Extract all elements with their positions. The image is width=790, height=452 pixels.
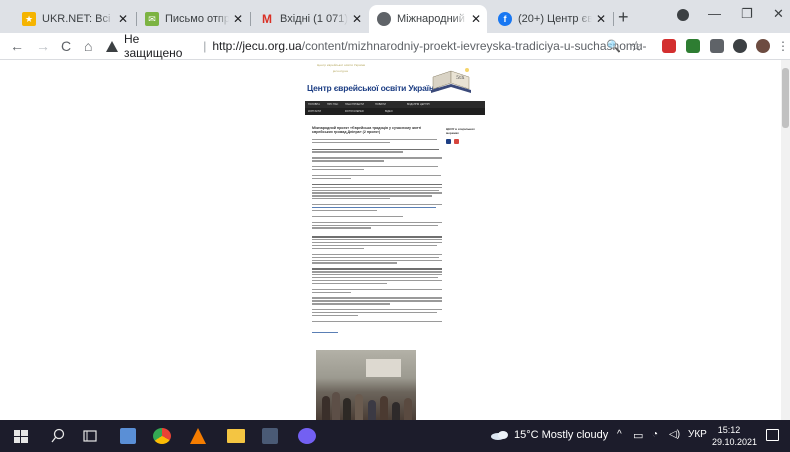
- home-button[interactable]: ⌂: [84, 37, 92, 55]
- bookmark-star-icon[interactable]: ☆: [630, 37, 643, 55]
- viber-icon[interactable]: [298, 428, 316, 444]
- photos-app-icon[interactable]: [120, 428, 136, 444]
- article-body: [312, 138, 442, 333]
- chrome-icon[interactable]: [153, 428, 171, 444]
- language-indicator[interactable]: УКР: [688, 429, 707, 440]
- site-nav-item[interactable]: НОВИНИ: [375, 103, 386, 106]
- mail-sent-icon: ✉: [145, 12, 159, 26]
- tab-active-project[interactable]: Міжнародний про ✕: [369, 5, 487, 33]
- facebook-icon: f: [498, 12, 512, 26]
- tab-strip: ★ UKR.NET: Всі нови ✕ ✉ Письмо отправлен…: [0, 0, 790, 33]
- tab-mail-sent[interactable]: ✉ Письмо отправлен ✕: [137, 5, 249, 33]
- battery-icon[interactable]: ▭: [633, 429, 643, 442]
- windows-start-icon[interactable]: [14, 428, 28, 444]
- profile-icon[interactable]: [677, 9, 689, 21]
- tab-gmail[interactable]: M Вхідні (1 071) - nat ✕: [252, 5, 368, 33]
- facebook-icon[interactable]: [446, 139, 451, 144]
- puzzle-extensions-icon[interactable]: [733, 39, 747, 53]
- article-photo[interactable]: [316, 350, 416, 420]
- vlc-icon[interactable]: [190, 428, 206, 444]
- weather-widget[interactable]: 15°C Mostly cloudy: [514, 429, 608, 441]
- clock-date: 29.10.2021: [712, 437, 758, 447]
- sheets-extension-icon[interactable]: [686, 39, 700, 53]
- address-bar[interactable]: Не защищено | http://jecu.org.ua/content…: [106, 32, 646, 60]
- article-title: Міжнародний проект «Єврейська традиція у…: [312, 126, 422, 135]
- close-icon[interactable]: ✕: [596, 12, 606, 26]
- volume-icon[interactable]: ◁): [669, 429, 680, 440]
- windows-taskbar: 15°C Mostly cloudy ^ ▭ ◔ ◁) УКР 15:12 29…: [0, 420, 790, 452]
- warning-icon: [106, 40, 118, 52]
- app-icon[interactable]: [262, 428, 278, 444]
- website: Центр єврейської освіти України jecu.org…: [305, 60, 485, 420]
- site-nav-item[interactable]: КОНТАКТИ: [308, 110, 321, 113]
- address-divider: |: [203, 39, 207, 53]
- sidebar-social-title: ЦЕОУ в соціальних мережах: [446, 127, 475, 135]
- scrollbar-thumb[interactable]: [782, 68, 789, 128]
- site-nav-item[interactable]: ПРО НАС: [327, 103, 338, 106]
- site-tagline: Центр єврейської освіти України: [317, 63, 366, 67]
- site-domain: jecu.org.ua: [333, 69, 348, 73]
- back-button[interactable]: ←: [10, 37, 24, 55]
- page-scrollbar[interactable]: [781, 60, 790, 420]
- url-text: http://jecu.org.ua/content/mizhnarodniy-…: [212, 39, 646, 53]
- search-icon[interactable]: [50, 428, 66, 444]
- projection-screen: [366, 359, 401, 377]
- browser-toolbar: ← → C ⌂ Не защищено | http://jecu.org.ua…: [0, 32, 790, 60]
- site-nav-item[interactable]: ГОЛОВНА: [308, 103, 320, 106]
- security-label: Не защищено: [124, 32, 183, 60]
- globe-icon: [377, 12, 391, 26]
- system-clock[interactable]: 15:12 29.10.2021: [712, 424, 758, 448]
- task-view-icon[interactable]: [82, 428, 98, 444]
- ukrnet-icon: ★: [22, 12, 36, 26]
- screen: ★ UKR.NET: Всі нови ✕ ✉ Письмо отправлен…: [0, 0, 790, 452]
- book-logo-icon: 5th: [431, 68, 471, 93]
- close-window-button[interactable]: ✕: [773, 6, 784, 22]
- article: Міжнародний проект «Єврейська традиція у…: [312, 126, 442, 335]
- site-nav-item[interactable]: НАШІ ПРОЕКТИ: [345, 103, 364, 106]
- close-icon[interactable]: ✕: [233, 12, 243, 26]
- site-nav-item[interactable]: ВІДЕО: [385, 110, 393, 113]
- close-icon[interactable]: ✕: [118, 12, 128, 26]
- file-explorer-icon[interactable]: [227, 429, 245, 443]
- page-viewport: Центр єврейської освіти України jecu.org…: [0, 60, 781, 420]
- site-navigation-row2: КОНТАКТИ ФОТОГАЛЕРЕЯ ВІДЕО: [305, 108, 485, 115]
- clock-time: 15:12: [717, 425, 741, 435]
- minimize-button[interactable]: —: [708, 6, 721, 21]
- close-icon[interactable]: ✕: [352, 12, 362, 26]
- tab-ukrnet[interactable]: ★ UKR.NET: Всі нови ✕: [14, 5, 134, 33]
- close-icon[interactable]: ✕: [471, 12, 481, 26]
- avatar[interactable]: [756, 39, 770, 53]
- gmail-icon: M: [262, 12, 272, 26]
- site-header: Центр єврейської освіти України jecu.org…: [305, 60, 485, 100]
- cloud-icon[interactable]: [490, 430, 510, 440]
- notification-icon[interactable]: [766, 429, 779, 441]
- site-nav-item[interactable]: ФОТОГАЛЕРЕЯ: [345, 110, 364, 113]
- new-tab-button[interactable]: +: [618, 8, 629, 26]
- svg-text:5th: 5th: [456, 75, 465, 81]
- site-nav-item[interactable]: ВИДАННЯ ЦЕНТРУ: [407, 103, 430, 106]
- search-icon[interactable]: 🔍: [606, 37, 621, 55]
- tab-facebook[interactable]: f (20+) Центр єврейс ✕: [490, 5, 612, 33]
- tray-chevron-icon[interactable]: ^: [617, 429, 622, 440]
- network-icon[interactable]: ◔: [652, 429, 658, 440]
- reload-button[interactable]: C: [61, 37, 71, 55]
- youtube-icon[interactable]: [454, 139, 459, 144]
- pdf-extension-icon[interactable]: [662, 39, 676, 53]
- site-logo[interactable]: Центр єврейської освіти України: [307, 83, 439, 93]
- extension-icon[interactable]: [710, 39, 724, 53]
- forward-button[interactable]: →: [36, 37, 50, 55]
- restore-button[interactable]: ❐: [741, 6, 753, 22]
- menu-kebab-icon[interactable]: ⋮: [777, 37, 789, 55]
